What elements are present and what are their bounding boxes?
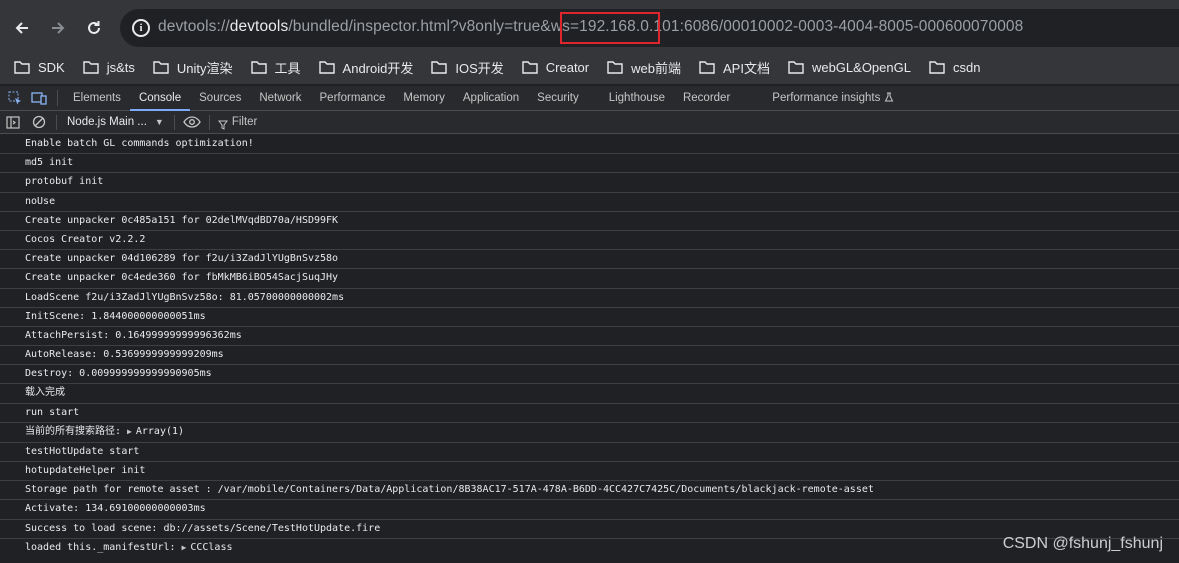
folder-icon <box>14 60 30 74</box>
reload-button[interactable] <box>78 12 110 44</box>
folder-icon <box>153 60 169 74</box>
console-message: Create unpacker 0c4ede360 for fbMkMB6iBO… <box>0 269 1179 289</box>
sidebar-toggle-icon[interactable] <box>0 111 26 133</box>
console-message: protobuf init <box>0 173 1179 193</box>
address-bar[interactable]: i devtools://devtools/bundled/inspector.… <box>120 9 1179 47</box>
divider <box>208 114 210 130</box>
bookmark-js-ts[interactable]: js&ts <box>83 60 135 75</box>
site-info-icon[interactable]: i <box>132 19 150 37</box>
object-preview[interactable]: Array(1) <box>136 426 184 437</box>
console-message: noUse <box>0 193 1179 212</box>
tab-application[interactable]: Application <box>454 86 528 111</box>
bookmark-webgl[interactable]: webGL&OpenGL <box>788 60 911 75</box>
expand-triangle-icon[interactable]: ▶ <box>182 543 187 552</box>
filter-input[interactable]: Filter <box>217 114 308 131</box>
console-output: Enable batch GL commands optimization! m… <box>0 135 1179 563</box>
tab-elements[interactable]: Elements <box>64 86 130 111</box>
arrow-left-icon <box>15 22 28 34</box>
bookmarks-bar: SDK js&ts Unity渲染 工具 Android开发 IOS开发 Cre… <box>0 50 1179 84</box>
divider <box>56 114 57 130</box>
device-toolbar-icon[interactable] <box>27 86 51 110</box>
url-text[interactable]: devtools://devtools/bundled/inspector.ht… <box>158 18 1023 36</box>
folder-icon <box>250 60 267 74</box>
divider <box>173 114 175 130</box>
folder-icon <box>83 60 99 74</box>
console-message: 当前的所有搜索路径: ▶ Array(1) <box>0 423 1179 443</box>
tab-performance[interactable]: Performance <box>311 86 395 111</box>
console-message: LoadScene f2u/i3ZadJlYUgBnSvz58o: 81.057… <box>0 289 1179 308</box>
console-message: Create unpacker 0c485a151 for 02delMVqdB… <box>0 212 1179 231</box>
flask-icon <box>884 87 894 101</box>
back-button[interactable] <box>6 12 38 44</box>
bookmark-ios[interactable]: IOS开发 <box>431 58 504 77</box>
folder-icon <box>522 60 538 74</box>
tab-performance-insights[interactable]: Performance insights <box>763 86 902 111</box>
console-message: InitScene: 1.844000000000051ms <box>0 308 1179 327</box>
folder-icon <box>699 60 715 74</box>
tab-recorder[interactable]: Recorder <box>674 86 739 111</box>
bookmark-creator[interactable]: Creator <box>522 60 589 75</box>
forward-button[interactable] <box>42 12 74 44</box>
inspect-element-icon[interactable] <box>3 86 27 110</box>
tab-security[interactable]: Security <box>528 86 588 111</box>
bookmark-unity[interactable]: Unity渲染 <box>153 58 233 77</box>
caret-down-icon: ▼ <box>154 117 164 127</box>
filter-icon <box>217 117 228 130</box>
console-message: Enable batch GL commands optimization! <box>0 135 1179 155</box>
bookmark-android[interactable]: Android开发 <box>318 58 413 77</box>
devtools-tabbar: Elements Console Sources Network Perform… <box>0 86 1179 111</box>
clear-console-icon[interactable] <box>26 111 52 133</box>
console-message: testHotUpdate start <box>0 443 1179 462</box>
console-message: md5 init <box>0 154 1179 174</box>
console-message: Destroy: 0.009999999999990905ms <box>0 365 1179 385</box>
object-preview[interactable]: CCClass <box>190 542 232 553</box>
console-message: hotupdateHelper init <box>0 462 1179 482</box>
bookmark-sdk[interactable]: SDK <box>14 60 65 75</box>
console-message: Cocos Creator v2.2.2 <box>0 231 1179 251</box>
console-message: AttachPersist: 0.16499999999996362ms <box>0 327 1179 347</box>
bookmark-tools[interactable]: 工具 <box>250 58 301 77</box>
tab-sources[interactable]: Sources <box>190 86 250 111</box>
bookmark-api-docs[interactable]: API文档 <box>699 58 770 77</box>
tab-lighthouse[interactable]: Lighthouse <box>600 86 674 111</box>
arrow-right-icon <box>52 22 65 34</box>
folder-icon <box>431 60 448 74</box>
tab-network[interactable]: Network <box>250 86 310 111</box>
browser-toolbar: i devtools://devtools/bundled/inspector.… <box>0 0 1179 56</box>
console-message: Storage path for remote asset : /var/mob… <box>0 481 1179 501</box>
tab-memory[interactable]: Memory <box>394 86 454 111</box>
divider <box>57 90 58 106</box>
live-expression-eye-icon[interactable] <box>179 111 205 133</box>
folder-icon <box>607 60 623 74</box>
folder-icon <box>929 60 945 74</box>
folder-icon <box>788 60 804 74</box>
folder-icon <box>318 60 335 74</box>
console-message: Activate: 134.69100000000003ms <box>0 500 1179 520</box>
console-message: Create unpacker 04d106289 for f2u/i3ZadJ… <box>0 250 1179 270</box>
watermark: CSDN @fshunj_fshunj <box>1002 535 1163 552</box>
tab-console[interactable]: Console <box>129 86 191 111</box>
context-selector[interactable]: Node.js Main ... ▼ <box>61 116 170 128</box>
console-message: run start <box>0 404 1179 423</box>
reload-icon <box>88 21 100 34</box>
bookmark-web-frontend[interactable]: web前端 <box>607 58 681 77</box>
console-message: AutoRelease: 0.5369999999999209ms <box>0 346 1179 366</box>
bookmark-csdn[interactable]: csdn <box>929 60 980 75</box>
console-message: 载入完成 <box>0 384 1179 404</box>
console-toolbar: Node.js Main ... ▼ Filter <box>0 111 1179 134</box>
expand-triangle-icon[interactable]: ▶ <box>127 427 132 436</box>
